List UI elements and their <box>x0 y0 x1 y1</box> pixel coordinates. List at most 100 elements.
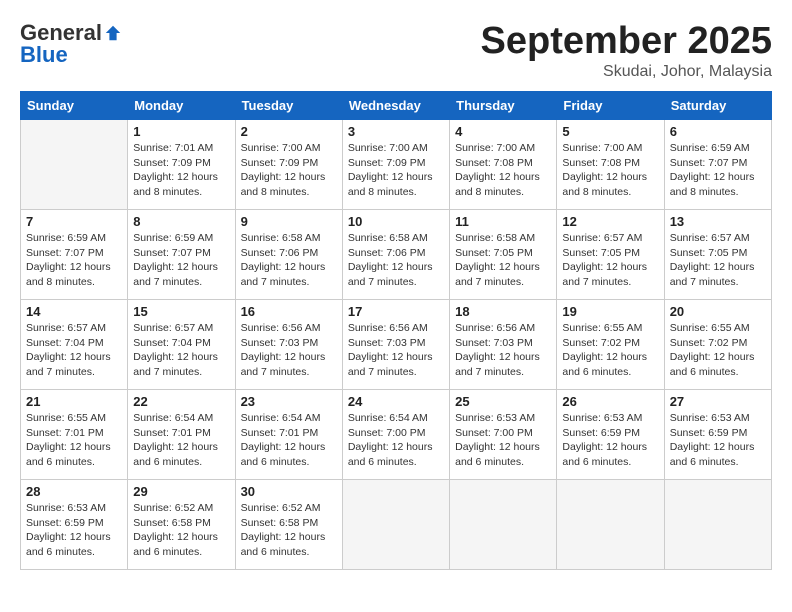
calendar-cell <box>21 120 128 210</box>
col-header-monday: Monday <box>128 92 235 120</box>
calendar-cell: 8 Sunrise: 6:59 AMSunset: 7:07 PMDaylight… <box>128 210 235 300</box>
day-info: Sunrise: 6:57 AMSunset: 7:04 PMDaylight:… <box>26 321 122 380</box>
day-number: 14 <box>26 304 122 319</box>
title-block: September 2025 Skudai, Johor, Malaysia <box>481 20 773 81</box>
day-info: Sunrise: 6:53 AMSunset: 7:00 PMDaylight:… <box>455 411 551 470</box>
col-header-sunday: Sunday <box>21 92 128 120</box>
calendar-cell: 26 Sunrise: 6:53 AMSunset: 6:59 PMDayligh… <box>557 390 664 480</box>
day-info: Sunrise: 7:00 AMSunset: 7:09 PMDaylight:… <box>348 141 444 200</box>
day-number: 5 <box>562 124 658 139</box>
calendar-cell: 17 Sunrise: 6:56 AMSunset: 7:03 PMDayligh… <box>342 300 449 390</box>
day-number: 28 <box>26 484 122 499</box>
calendar-cell: 10Sunrise: 6:58 AMSunset: 7:06 PMDayligh… <box>342 210 449 300</box>
day-number: 19 <box>562 304 658 319</box>
col-header-friday: Friday <box>557 92 664 120</box>
week-row-5: 28 Sunrise: 6:53 AMSunset: 6:59 PMDayligh… <box>21 480 772 570</box>
day-number: 25 <box>455 394 551 409</box>
calendar-cell: 20 Sunrise: 6:55 AMSunset: 7:02 PMDayligh… <box>664 300 771 390</box>
calendar-cell: 5Sunrise: 7:00 AMSunset: 7:08 PMDaylight… <box>557 120 664 210</box>
week-row-3: 14 Sunrise: 6:57 AMSunset: 7:04 PMDayligh… <box>21 300 772 390</box>
day-info: Sunrise: 6:59 AMSunset: 7:07 PMDaylight:… <box>26 231 122 290</box>
day-number: 30 <box>241 484 337 499</box>
calendar-cell: 1 Sunrise: 7:01 AMSunset: 7:09 PMDaylight… <box>128 120 235 210</box>
day-info: Sunrise: 6:53 AMSunset: 6:59 PMDaylight:… <box>26 501 122 560</box>
day-number: 27 <box>670 394 766 409</box>
calendar-cell <box>450 480 557 570</box>
day-info: Sunrise: 6:56 AMSunset: 7:03 PMDaylight:… <box>455 321 551 380</box>
day-number: 26 <box>562 394 658 409</box>
col-header-thursday: Thursday <box>450 92 557 120</box>
day-number: 6 <box>670 124 766 139</box>
day-number: 10 <box>348 214 444 229</box>
day-number: 15 <box>133 304 229 319</box>
day-number: 11 <box>455 214 551 229</box>
calendar-cell: 14 Sunrise: 6:57 AMSunset: 7:04 PMDayligh… <box>21 300 128 390</box>
calendar-cell: 24Sunrise: 6:54 AMSunset: 7:00 PMDayligh… <box>342 390 449 480</box>
day-info: Sunrise: 7:00 AMSunset: 7:08 PMDaylight:… <box>455 141 551 200</box>
calendar-cell: 19 Sunrise: 6:55 AMSunset: 7:02 PMDayligh… <box>557 300 664 390</box>
calendar-cell: 30 Sunrise: 6:52 AMSunset: 6:58 PMDayligh… <box>235 480 342 570</box>
day-number: 17 <box>348 304 444 319</box>
day-info: Sunrise: 7:00 AMSunset: 7:09 PMDaylight:… <box>241 141 337 200</box>
calendar-cell: 16Sunrise: 6:56 AMSunset: 7:03 PMDayligh… <box>235 300 342 390</box>
day-info: Sunrise: 7:01 AMSunset: 7:09 PMDaylight:… <box>133 141 229 200</box>
day-number: 21 <box>26 394 122 409</box>
day-info: Sunrise: 6:56 AMSunset: 7:03 PMDaylight:… <box>241 321 337 380</box>
logo-icon <box>104 24 122 42</box>
day-number: 1 <box>133 124 229 139</box>
calendar-cell: 22Sunrise: 6:54 AMSunset: 7:01 PMDayligh… <box>128 390 235 480</box>
day-info: Sunrise: 6:52 AMSunset: 6:58 PMDaylight:… <box>133 501 229 560</box>
day-number: 2 <box>241 124 337 139</box>
day-info: Sunrise: 6:57 AMSunset: 7:05 PMDaylight:… <box>670 231 766 290</box>
day-number: 29 <box>133 484 229 499</box>
calendar-cell: 29 Sunrise: 6:52 AMSunset: 6:58 PMDayligh… <box>128 480 235 570</box>
col-header-saturday: Saturday <box>664 92 771 120</box>
day-info: Sunrise: 6:52 AMSunset: 6:58 PMDaylight:… <box>241 501 337 560</box>
logo: General Blue <box>20 20 122 68</box>
calendar-cell: 15 Sunrise: 6:57 AMSunset: 7:04 PMDayligh… <box>128 300 235 390</box>
day-info: Sunrise: 6:53 AMSunset: 6:59 PMDaylight:… <box>562 411 658 470</box>
calendar-cell: 3 Sunrise: 7:00 AMSunset: 7:09 PMDaylight… <box>342 120 449 210</box>
day-info: Sunrise: 6:55 AMSunset: 7:02 PMDaylight:… <box>562 321 658 380</box>
calendar-cell: 7 Sunrise: 6:59 AMSunset: 7:07 PMDaylight… <box>21 210 128 300</box>
day-info: Sunrise: 6:57 AMSunset: 7:04 PMDaylight:… <box>133 321 229 380</box>
day-info: Sunrise: 6:54 AMSunset: 7:01 PMDaylight:… <box>133 411 229 470</box>
logo-blue-text: Blue <box>20 42 68 68</box>
day-number: 13 <box>670 214 766 229</box>
location-subtitle: Skudai, Johor, Malaysia <box>481 63 773 81</box>
calendar-cell: 23Sunrise: 6:54 AMSunset: 7:01 PMDayligh… <box>235 390 342 480</box>
calendar-cell: 9Sunrise: 6:58 AMSunset: 7:06 PMDaylight… <box>235 210 342 300</box>
day-info: Sunrise: 6:55 AMSunset: 7:02 PMDaylight:… <box>670 321 766 380</box>
month-title: September 2025 <box>481 20 773 63</box>
week-row-2: 7 Sunrise: 6:59 AMSunset: 7:07 PMDaylight… <box>21 210 772 300</box>
calendar-cell <box>664 480 771 570</box>
day-number: 12 <box>562 214 658 229</box>
calendar-cell: 11 Sunrise: 6:58 AMSunset: 7:05 PMDayligh… <box>450 210 557 300</box>
page-header: General Blue September 2025 Skudai, Joho… <box>20 20 772 81</box>
day-number: 8 <box>133 214 229 229</box>
calendar-cell: 21Sunrise: 6:55 AMSunset: 7:01 PMDayligh… <box>21 390 128 480</box>
day-info: Sunrise: 6:54 AMSunset: 7:01 PMDaylight:… <box>241 411 337 470</box>
week-row-4: 21Sunrise: 6:55 AMSunset: 7:01 PMDayligh… <box>21 390 772 480</box>
calendar-cell: 25 Sunrise: 6:53 AMSunset: 7:00 PMDayligh… <box>450 390 557 480</box>
week-row-1: 1 Sunrise: 7:01 AMSunset: 7:09 PMDaylight… <box>21 120 772 210</box>
calendar-cell: 4Sunrise: 7:00 AMSunset: 7:08 PMDaylight… <box>450 120 557 210</box>
day-number: 24 <box>348 394 444 409</box>
day-info: Sunrise: 6:58 AMSunset: 7:06 PMDaylight:… <box>241 231 337 290</box>
day-info: Sunrise: 6:58 AMSunset: 7:05 PMDaylight:… <box>455 231 551 290</box>
calendar-cell: 27Sunrise: 6:53 AMSunset: 6:59 PMDayligh… <box>664 390 771 480</box>
calendar-cell: 13 Sunrise: 6:57 AMSunset: 7:05 PMDayligh… <box>664 210 771 300</box>
day-info: Sunrise: 6:56 AMSunset: 7:03 PMDaylight:… <box>348 321 444 380</box>
day-info: Sunrise: 6:57 AMSunset: 7:05 PMDaylight:… <box>562 231 658 290</box>
calendar-cell: 6 Sunrise: 6:59 AMSunset: 7:07 PMDaylight… <box>664 120 771 210</box>
calendar-header-row: SundayMondayTuesdayWednesdayThursdayFrid… <box>21 92 772 120</box>
calendar-cell: 2 Sunrise: 7:00 AMSunset: 7:09 PMDaylight… <box>235 120 342 210</box>
calendar-cell: 18Sunrise: 6:56 AMSunset: 7:03 PMDayligh… <box>450 300 557 390</box>
day-number: 3 <box>348 124 444 139</box>
col-header-tuesday: Tuesday <box>235 92 342 120</box>
day-number: 20 <box>670 304 766 319</box>
calendar-cell <box>342 480 449 570</box>
day-info: Sunrise: 6:59 AMSunset: 7:07 PMDaylight:… <box>133 231 229 290</box>
day-number: 7 <box>26 214 122 229</box>
day-info: Sunrise: 6:59 AMSunset: 7:07 PMDaylight:… <box>670 141 766 200</box>
